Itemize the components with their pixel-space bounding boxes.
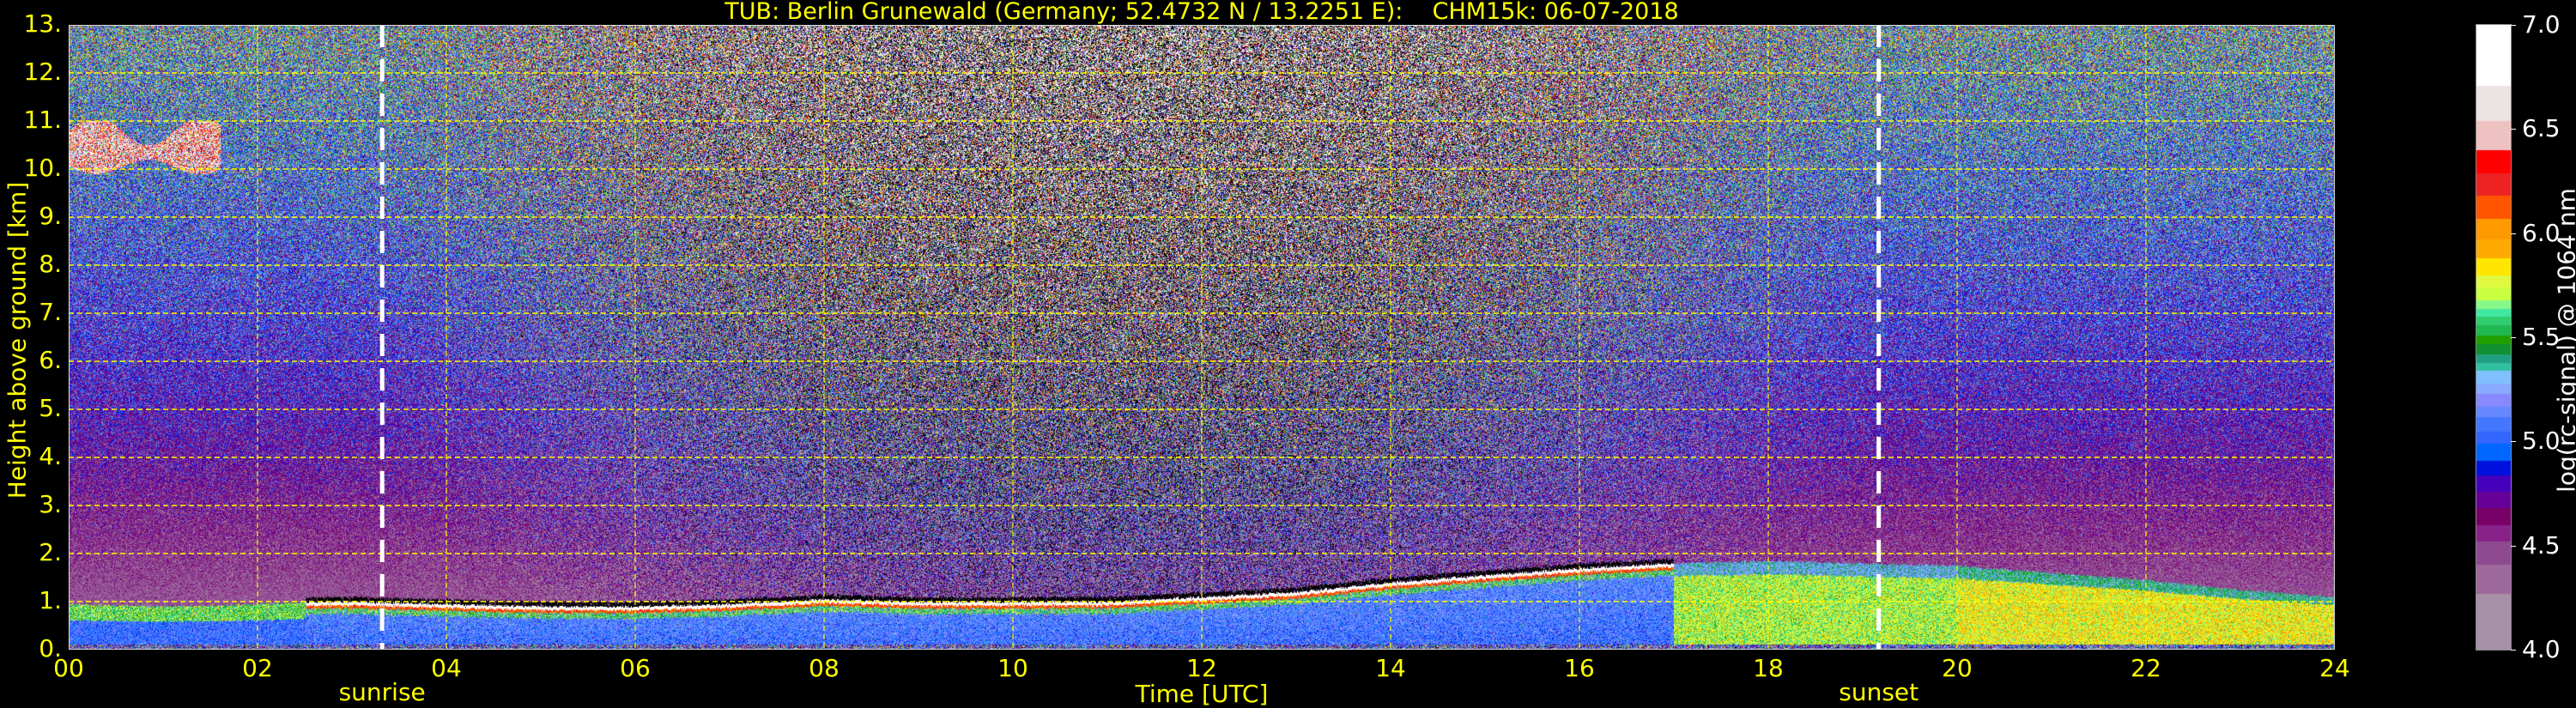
y-tick-label: 3. bbox=[2, 490, 62, 518]
colorbar-tick-label: 4.5 bbox=[2522, 531, 2561, 560]
y-tick-label: 4. bbox=[2, 442, 62, 470]
plot-overlay bbox=[69, 25, 2335, 650]
x-tick-label: 24 bbox=[2300, 654, 2369, 682]
x-tick-label: 02 bbox=[223, 654, 292, 682]
chart-title: TUB: Berlin Grunewald (Germany; 52.4732 … bbox=[0, 0, 2403, 25]
y-tick-label: 12. bbox=[2, 57, 62, 86]
colorbar-tick-label: 5.0 bbox=[2522, 427, 2561, 455]
plot-area bbox=[69, 25, 2335, 650]
x-tick-label: 12 bbox=[1167, 654, 1236, 682]
y-tick-label: 13. bbox=[2, 9, 62, 38]
y-tick-label: 9. bbox=[2, 202, 62, 230]
y-tick-label: 7. bbox=[2, 298, 62, 326]
colorbar-tick-mark bbox=[2511, 233, 2516, 234]
x-tick-label: 22 bbox=[2112, 654, 2180, 682]
event-label-sunrise: sunrise bbox=[313, 678, 451, 706]
colorbar-tick-mark bbox=[2511, 650, 2516, 651]
colorbar-tick-label: 5.5 bbox=[2522, 323, 2561, 351]
x-tick-label: 08 bbox=[790, 654, 858, 682]
colorbar-tick-mark bbox=[2511, 129, 2516, 130]
x-tick-label: 06 bbox=[601, 654, 670, 682]
event-label-sunset: sunset bbox=[1810, 678, 1948, 706]
y-tick-label: 11. bbox=[2, 106, 62, 134]
x-tick-label: 10 bbox=[979, 654, 1047, 682]
colorbar-tick-mark bbox=[2511, 441, 2516, 442]
colorbar-tick-mark bbox=[2511, 546, 2516, 547]
colorbar-tick-label: 6.0 bbox=[2522, 219, 2561, 247]
y-tick-label: 8. bbox=[2, 250, 62, 278]
y-tick-label: 6. bbox=[2, 346, 62, 374]
y-tick-label: 1. bbox=[2, 586, 62, 614]
x-tick-label: 14 bbox=[1356, 654, 1425, 682]
colorbar-tick-label: 6.5 bbox=[2522, 114, 2561, 142]
colorbar-tick-label: 7.0 bbox=[2522, 10, 2561, 39]
y-tick-label: 5. bbox=[2, 394, 62, 422]
x-tick-label: 16 bbox=[1545, 654, 1614, 682]
colorbar-tick-label: 4.0 bbox=[2522, 635, 2561, 663]
x-tick-label: 00 bbox=[34, 654, 103, 682]
y-tick-label: 10. bbox=[2, 154, 62, 182]
colorbar-tick-mark bbox=[2511, 337, 2516, 338]
colorbar-tick-mark bbox=[2511, 25, 2516, 26]
colorbar bbox=[2476, 25, 2511, 650]
x-axis-label: Time [UTC] bbox=[1116, 680, 1288, 708]
y-tick-label: 2. bbox=[2, 538, 62, 566]
x-tick-label: 18 bbox=[1734, 654, 1803, 682]
